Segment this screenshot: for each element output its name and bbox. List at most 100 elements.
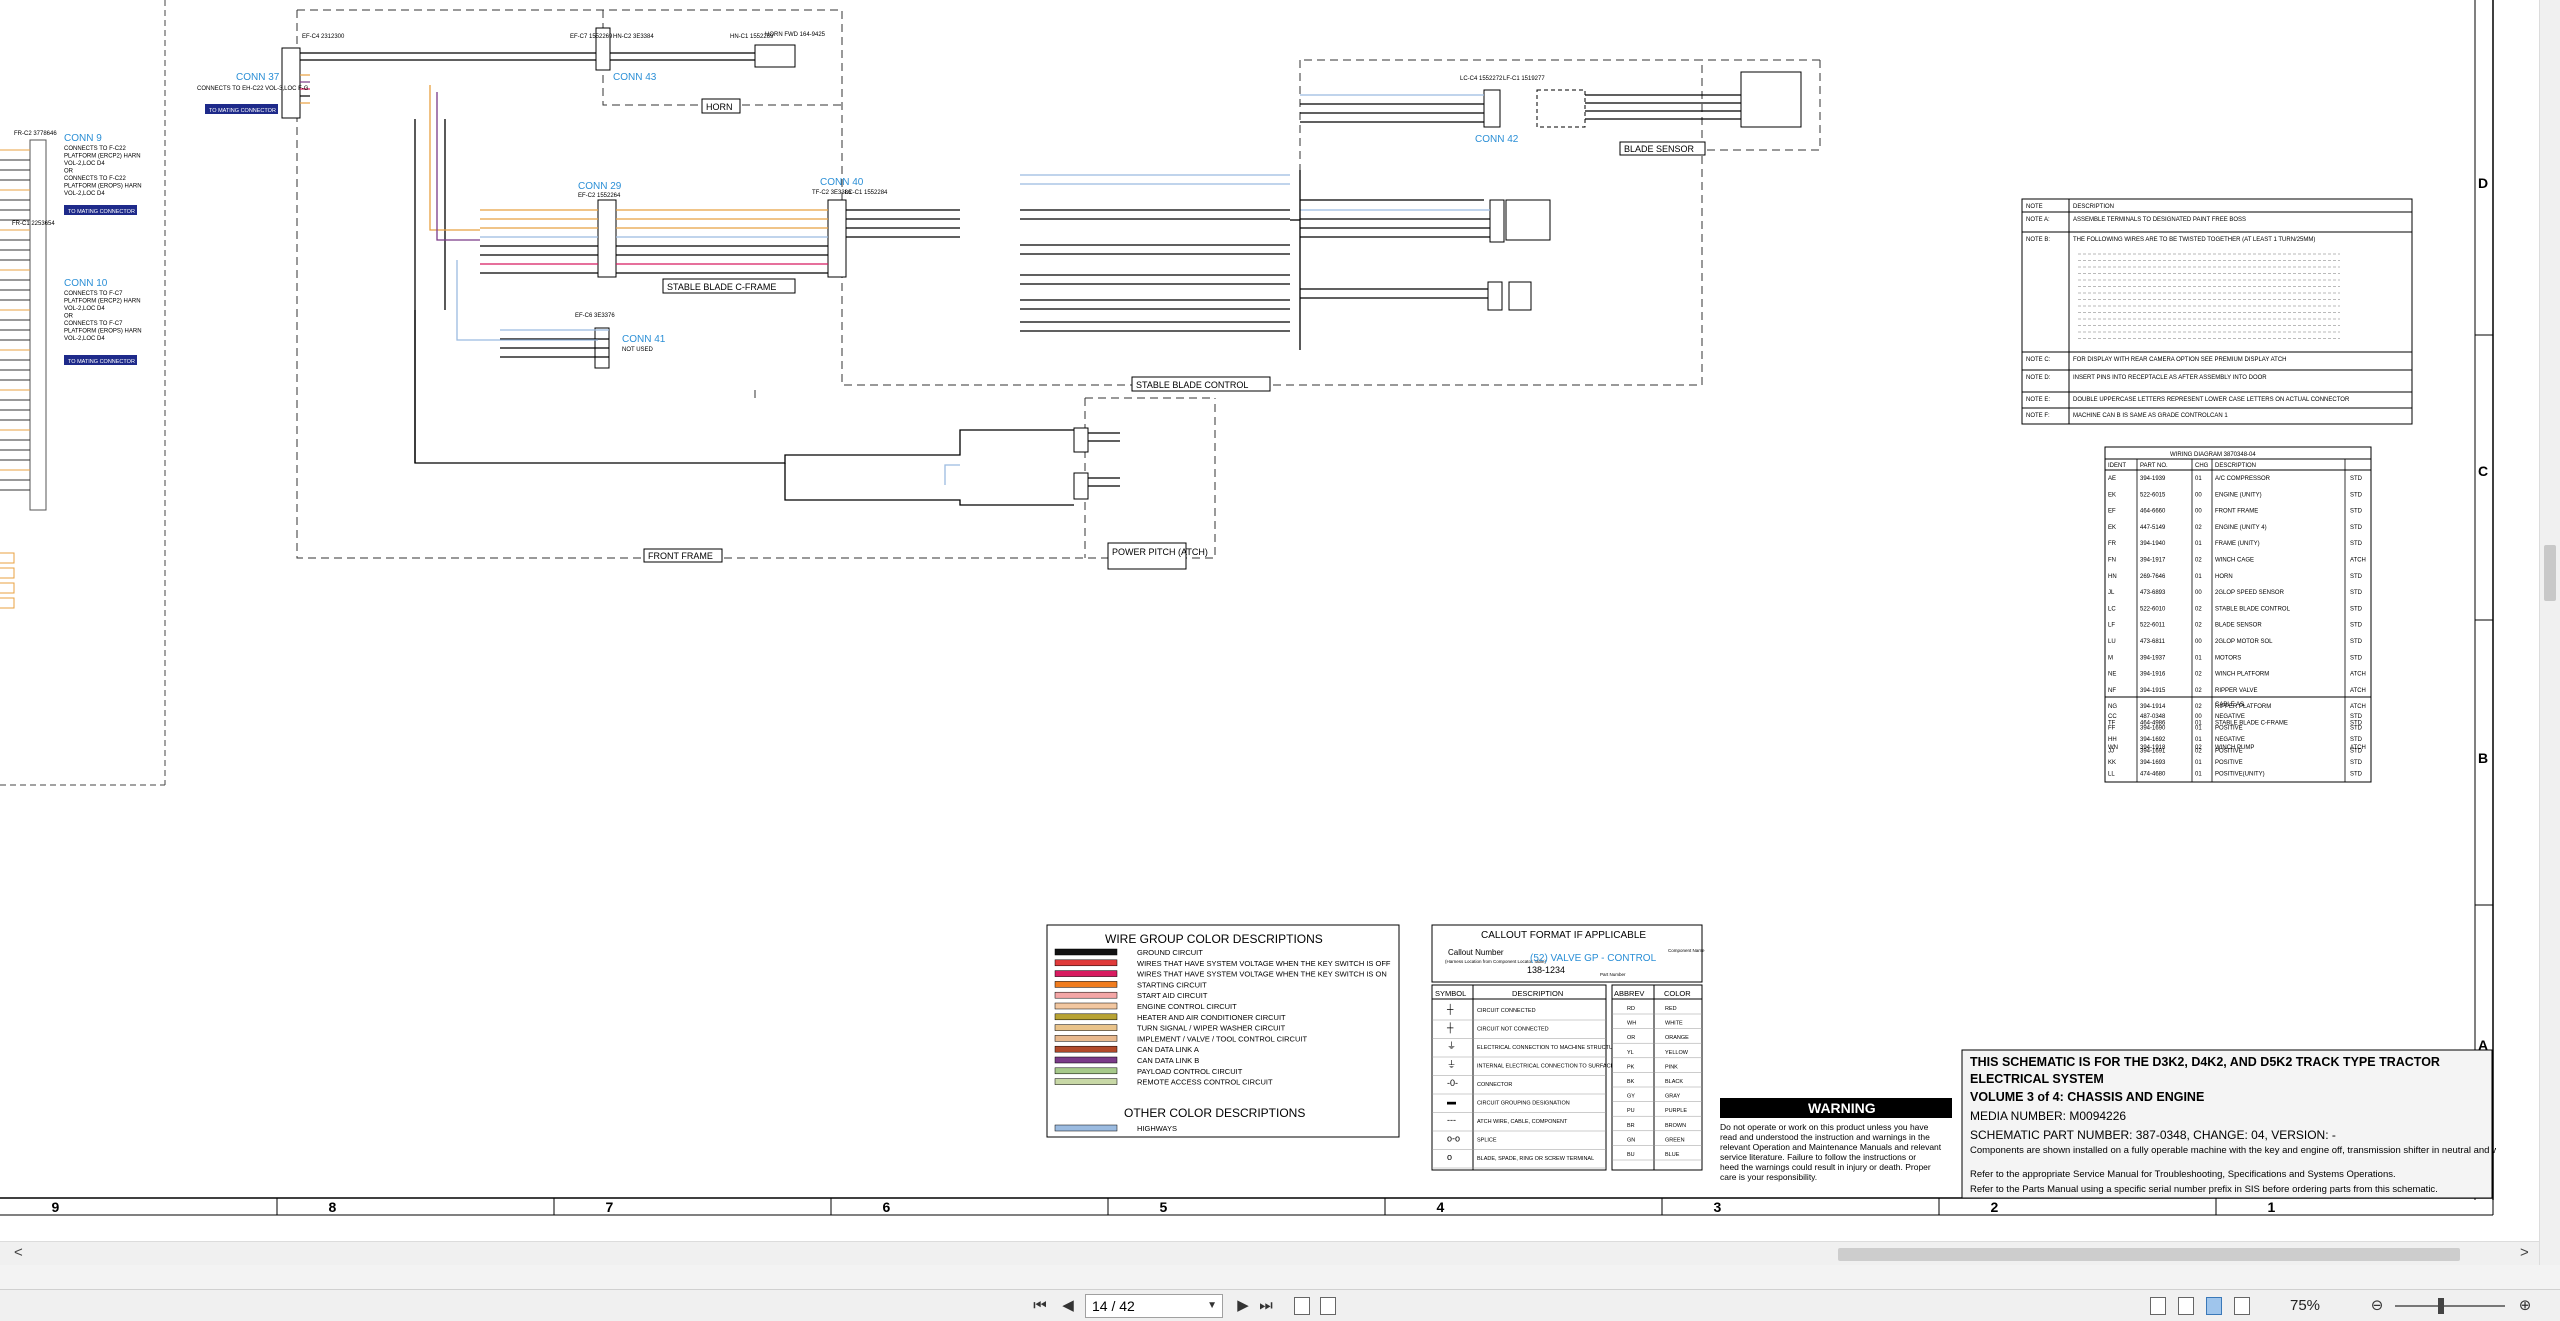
svg-text:HN-C2 3E3384: HN-C2 3E3384: [613, 34, 654, 40]
conn43-title[interactable]: CONN 43: [613, 72, 657, 83]
last-page-button[interactable]: ⏭: [1256, 1295, 1276, 1317]
other-color-label: HIGHWAYS: [1137, 1124, 1177, 1133]
conn9-title[interactable]: CONN 9: [64, 133, 102, 144]
callout-example-link[interactable]: (52) VALVE GP - CONTROL: [1530, 953, 1657, 964]
conn10-title[interactable]: CONN 10: [64, 278, 108, 289]
svg-text:CALLOUT FORMAT IF APPLICABLE: CALLOUT FORMAT IF APPLICABLE: [1481, 930, 1646, 941]
scroll-left-arrow[interactable]: <: [14, 1244, 23, 1261]
wiring-table-cell: STD: [2350, 509, 2363, 515]
conn43-ref: EF-C7 1552269: [570, 34, 613, 40]
column-label: 6: [883, 1199, 891, 1215]
wiring-table-cell: STD: [2350, 525, 2363, 531]
svg-text:OTHER COLOR DESCRIPTIONS: OTHER COLOR DESCRIPTIONS: [1124, 1106, 1305, 1120]
title-block: THIS SCHEMATIC IS FOR THE D3K2, D4K2, AN…: [1961, 1049, 2496, 1199]
wire-color-swatch: [1054, 991, 1118, 999]
abbrev-code: BK: [1627, 1079, 1635, 1085]
wiring-table-cell: M: [2108, 655, 2113, 661]
page-number-input[interactable]: 14 / 42 ▼: [1085, 1294, 1223, 1318]
wiring-table-cell: 473-6893: [2140, 590, 2166, 596]
document-viewport[interactable]: 987654321 DCBA FR-C2 3778646 CONN 9 CONN…: [0, 0, 2560, 1265]
cable-table-cell: POSITIVE: [2215, 749, 2243, 755]
conn29-title[interactable]: CONN 29: [578, 181, 622, 192]
wiring-table-cell: HORN: [2215, 574, 2233, 580]
rotate-view-icon[interactable]: [1294, 1297, 1310, 1315]
svg-text:VOLUME 3 of 4: CHASSIS AND ENG: VOLUME 3 of 4: CHASSIS AND ENGINE: [1970, 1090, 2204, 1104]
symbol-description: CIRCUIT CONNECTED: [1477, 1008, 1536, 1014]
callout-format-box: CALLOUT FORMAT IF APPLICABLE Callout Num…: [1431, 924, 1705, 983]
wiring-table-cell: FRAME (UNITY): [2215, 541, 2260, 547]
cable-table-cell: 02: [2195, 749, 2202, 755]
abbrev-code: BU: [1627, 1152, 1635, 1158]
conn41-title[interactable]: CONN 41: [622, 334, 666, 345]
front-frame-label: FRONT FRAME: [648, 551, 713, 561]
abbrev-color: BLACK: [1665, 1079, 1683, 1085]
symbol-glyph: -0-: [1447, 1078, 1458, 1088]
warning-line: relevant Operation and Maintenance Manua…: [1720, 1142, 1942, 1152]
symbol-description: CONNECTOR: [1477, 1082, 1512, 1088]
symbol-glyph: o-o: [1447, 1134, 1460, 1144]
cable-table-cell: 01: [2195, 760, 2202, 766]
vertical-scroll-thumb[interactable]: [2544, 545, 2556, 601]
wire-color-label: IMPLEMENT / VALVE / TOOL CONTROL CIRCUIT: [1137, 1034, 1307, 1043]
note-id: NOTE C:: [2026, 357, 2051, 363]
next-page-button[interactable]: ▶: [1233, 1295, 1253, 1317]
svg-text:Component Name: Component Name: [1668, 948, 1705, 953]
fit-width-view-icon[interactable]: [2234, 1297, 2250, 1315]
column-label: 8: [329, 1199, 337, 1215]
compare-view-icon[interactable]: [1320, 1297, 1336, 1315]
wiring-table-cell: 269-7646: [2140, 574, 2166, 580]
cable-table-cell: 394-1693: [2140, 760, 2166, 766]
conn37-note: CONNECTS TO EH-C22 VOL-3,LOC F-G: [197, 86, 309, 92]
conn40-title[interactable]: CONN 40: [820, 177, 864, 188]
wiring-table-cell: 394-1916: [2140, 672, 2166, 678]
wire-color-swatch: [1054, 1067, 1118, 1075]
symbol-description: CIRCUIT GROUPING DESIGNATION: [1477, 1101, 1570, 1107]
horizontal-scrollbar[interactable]: < >: [0, 1241, 2539, 1265]
viewer-toolbar: ⏮ ◀ 14 / 42 ▼ ▶ ⏭ 75% ⊖ ⊕: [0, 1289, 2560, 1321]
cable-table-cell: LL: [2108, 772, 2115, 778]
svg-text:COLOR: COLOR: [1664, 989, 1691, 998]
cable-table-cell: POSITIVE: [2215, 726, 2243, 732]
conn37-title[interactable]: CONN 37: [236, 72, 280, 83]
svg-text:TO MATING CONNECTOR: TO MATING CONNECTOR: [68, 359, 135, 365]
continuous-view-icon[interactable]: [2178, 1297, 2194, 1315]
zoom-out-button[interactable]: ⊖: [2367, 1295, 2387, 1317]
symbol-glyph: ┼: [1446, 1022, 1454, 1034]
conn-description-line: PLATFORM (ERCP2) HARN: [64, 154, 141, 160]
cable-table-cell: POSITIVE(UNITY): [2215, 772, 2265, 778]
symbol-glyph: ---: [1447, 1115, 1456, 1125]
zoom-slider-knob[interactable]: [2438, 1298, 2444, 1314]
abbrev-color: BLUE: [1665, 1152, 1680, 1158]
cable-table-cell: 01: [2195, 726, 2202, 732]
wire-color-swatch: [1054, 1035, 1118, 1042]
zoom-slider[interactable]: [2395, 1305, 2505, 1307]
power-pitch-label: POWER PITCH (ATCH): [1112, 547, 1208, 557]
wiring-table-cell: STD: [2350, 623, 2363, 629]
wiring-table-cell: 473-6811: [2140, 639, 2166, 645]
note-id: NOTE E:: [2026, 397, 2050, 403]
column-label: 1: [2268, 1199, 2276, 1215]
single-page-view-icon[interactable]: [2150, 1297, 2166, 1315]
svg-text:WIRING DIAGRAM 3870348-04: WIRING DIAGRAM 3870348-04: [2170, 452, 2256, 458]
abbrev-code: RD: [1627, 1006, 1635, 1012]
scroll-right-arrow[interactable]: >: [2520, 1244, 2529, 1261]
svg-text:CHG: CHG: [2195, 463, 2209, 469]
wiring-table-cell: NE: [2108, 672, 2116, 678]
zoom-in-button[interactable]: ⊕: [2515, 1295, 2535, 1317]
two-page-view-icon[interactable]: [2206, 1297, 2222, 1315]
svg-text:PART NO.: PART NO.: [2140, 463, 2168, 469]
svg-text:MEDIA NUMBER: M0094226: MEDIA NUMBER: M0094226: [1970, 1109, 2126, 1123]
vertical-scrollbar[interactable]: [2539, 0, 2560, 1265]
wiring-table-cell: STD: [2350, 541, 2363, 547]
previous-page-button[interactable]: ◀: [1058, 1295, 1078, 1317]
page-dropdown-icon[interactable]: ▼: [1207, 1295, 1217, 1317]
first-page-button[interactable]: ⏮: [1030, 1295, 1050, 1317]
conn42-title[interactable]: CONN 42: [1475, 134, 1519, 145]
svg-text:SCHEMATIC PART NUMBER: 387-034: SCHEMATIC PART NUMBER: 387-0348, CHANGE:…: [1970, 1128, 2336, 1142]
wiring-table-cell: STD: [2350, 590, 2363, 596]
svg-text:IDENT: IDENT: [2108, 463, 2126, 469]
horizontal-scroll-thumb[interactable]: [1838, 1248, 2460, 1261]
column-label: 9: [52, 1199, 60, 1215]
wiring-table-cell: 2GLOP SPEED SENSOR: [2215, 590, 2285, 596]
abbrev-color: RED: [1665, 1006, 1677, 1012]
